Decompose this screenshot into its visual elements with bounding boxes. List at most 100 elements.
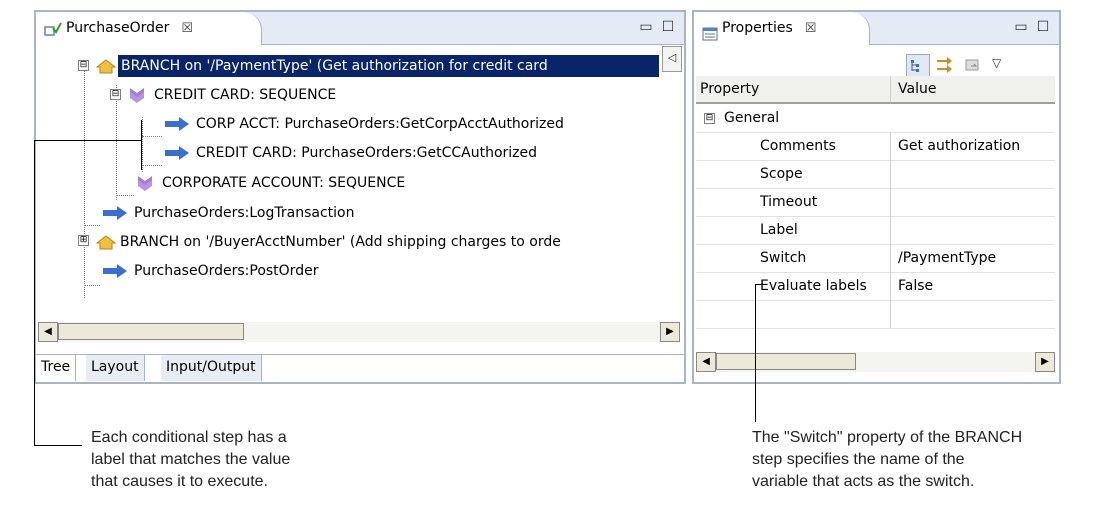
tab-label: Properties bbox=[722, 20, 793, 36]
caption-line: variable that acts as the switch. bbox=[752, 473, 975, 490]
tab-layout[interactable]: Layout bbox=[86, 355, 145, 381]
collapse-toggle[interactable]: ⊟ bbox=[78, 60, 89, 71]
view-menu-icon[interactable]: ▽ bbox=[992, 56, 1001, 70]
scroll-right-button[interactable]: ▶ bbox=[660, 322, 680, 342]
close-icon[interactable]: ☒ bbox=[805, 21, 817, 36]
properties-toolbar: ▽ bbox=[906, 54, 1056, 78]
value-cell[interactable] bbox=[892, 188, 1055, 216]
group-row-general[interactable]: ⊟ General bbox=[696, 104, 1055, 133]
table-row[interactable]: Scope bbox=[696, 160, 1055, 189]
caption-line: Each conditional step has a bbox=[91, 429, 287, 446]
property-name: Comments bbox=[760, 138, 836, 154]
table-row[interactable]: Comments Get authorization bbox=[696, 132, 1055, 161]
branch-icon bbox=[95, 235, 117, 250]
caption-line: that causes it to execute. bbox=[91, 473, 268, 490]
value-cell[interactable] bbox=[892, 216, 1055, 244]
tree-row-call[interactable]: PurchaseOrders:PostOrder bbox=[102, 260, 318, 282]
sequence-icon bbox=[130, 88, 144, 103]
value-cell bbox=[892, 300, 1055, 328]
property-cell: Label bbox=[696, 216, 891, 244]
caption-line: The "Switch" property of the BRANCH bbox=[752, 429, 1023, 446]
tree-row-branch[interactable]: BRANCH on '/BuyerAcctNumber' (Add shippi… bbox=[95, 231, 561, 253]
collapse-toggle[interactable]: ⊟ bbox=[704, 113, 715, 124]
scrollbar-thumb[interactable] bbox=[716, 353, 856, 370]
table-row[interactable]: Timeout bbox=[696, 188, 1055, 217]
tree-row-branch[interactable] bbox=[95, 55, 117, 77]
tree-row-label: CORPORATE ACCOUNT: SEQUENCE bbox=[162, 175, 406, 191]
property-name: Switch bbox=[760, 250, 807, 266]
tree-row-label: CREDIT CARD: PurchaseOrders:GetCCAuthori… bbox=[196, 145, 538, 161]
call-arrow-icon bbox=[165, 146, 189, 160]
tree-row-call[interactable]: PurchaseOrders:LogTransaction bbox=[102, 202, 354, 224]
tree-row-label: PurchaseOrders:LogTransaction bbox=[134, 205, 355, 221]
caption-line: step specifies the name of the bbox=[752, 451, 965, 468]
scrollbar-thumb[interactable] bbox=[58, 323, 244, 340]
tree-row-label[interactable]: BRANCH on '/PaymentType' (Get authorizat… bbox=[118, 55, 659, 77]
callout-line bbox=[141, 120, 142, 170]
column-header-value[interactable]: Value bbox=[892, 76, 1055, 102]
scroll-right-button[interactable]: ▶ bbox=[1035, 352, 1055, 372]
minimize-icon[interactable]: ▭ bbox=[638, 20, 654, 36]
minimize-icon[interactable]: ▭ bbox=[1013, 20, 1029, 36]
tree-row-call[interactable]: CREDIT CARD: PurchaseOrders:GetCCAuthori… bbox=[164, 142, 537, 164]
tab-properties[interactable]: Properties ☒ bbox=[694, 12, 870, 45]
tree-line bbox=[84, 65, 85, 298]
horizontal-scrollbar[interactable]: ◀ ▶ bbox=[38, 322, 680, 342]
property-name: Evaluate labels bbox=[760, 278, 867, 294]
callout-line bbox=[34, 445, 82, 446]
table-row-empty bbox=[696, 300, 1055, 329]
expand-toggle[interactable]: ⊞ bbox=[78, 235, 89, 246]
maximize-icon[interactable]: ☐ bbox=[1035, 20, 1051, 36]
tree-line bbox=[142, 165, 162, 166]
scroll-left-button[interactable]: ◀ bbox=[38, 322, 58, 342]
step-tree: ⊟ BRANCH on '/PaymentType' (Get authoriz… bbox=[36, 45, 662, 331]
column-header-property[interactable]: Property bbox=[696, 76, 891, 102]
close-icon[interactable]: ☒ bbox=[181, 21, 193, 36]
caption-left: Each conditional step has a label that m… bbox=[91, 427, 290, 493]
property-cell: Scope bbox=[696, 160, 891, 188]
table-row[interactable]: Label bbox=[696, 216, 1055, 245]
value-cell[interactable]: False bbox=[892, 272, 1055, 300]
call-arrow-icon bbox=[103, 264, 127, 278]
caption-right: The "Switch" property of the BRANCH step… bbox=[752, 427, 1022, 493]
table-row[interactable]: Switch/PaymentType bbox=[696, 244, 1055, 273]
tree-line bbox=[84, 225, 100, 226]
table-header: Property Value bbox=[696, 76, 1055, 104]
categories-icon[interactable] bbox=[906, 54, 930, 78]
properties-icon bbox=[702, 21, 718, 41]
properties-view: Properties ☒ ▭ ☐ ▽ Property Value ⊟ Gener… bbox=[692, 10, 1061, 384]
tree-row-sequence[interactable]: CREDIT CARD: SEQUENCE bbox=[128, 84, 336, 106]
property-cell: Timeout bbox=[696, 188, 891, 216]
callout-line bbox=[34, 140, 141, 141]
property-name: Label bbox=[760, 222, 798, 238]
table-row[interactable]: Evaluate labels False bbox=[696, 272, 1055, 301]
value-cell[interactable]: /PaymentType bbox=[892, 244, 1055, 272]
restore-default-icon[interactable] bbox=[962, 54, 984, 76]
scroll-left-button[interactable]: ◀ bbox=[696, 352, 716, 372]
tab-input-output[interactable]: Input/Output bbox=[161, 355, 262, 381]
callout-line bbox=[34, 140, 35, 446]
tree-line bbox=[142, 136, 162, 137]
scroll-left-icon[interactable]: ◁ bbox=[662, 46, 682, 72]
tab-tree[interactable]: Tree bbox=[36, 355, 77, 381]
value-cell[interactable] bbox=[892, 160, 1055, 188]
collapse-toggle[interactable]: ⊟ bbox=[110, 89, 121, 100]
tree-line bbox=[116, 195, 134, 196]
call-arrow-icon bbox=[165, 117, 189, 131]
tree-row-label: CORP ACCT: PurchaseOrders:GetCorpAcctAut… bbox=[196, 116, 564, 132]
property-name: Scope bbox=[760, 166, 803, 182]
tree-row-label: CREDIT CARD: SEQUENCE bbox=[154, 87, 337, 103]
property-cell: Switch bbox=[696, 244, 891, 272]
callout-line bbox=[755, 284, 756, 422]
horizontal-scrollbar[interactable]: ◀ ▶ bbox=[696, 352, 1055, 372]
tree-line bbox=[142, 117, 143, 172]
maximize-icon[interactable]: ☐ bbox=[660, 20, 676, 36]
tab-purchase-order[interactable]: PurchaseOrder ☒ bbox=[36, 12, 262, 45]
purchase-order-editor: PurchaseOrder ☒ ▭ ☐ ⊟ BRANCH on '/Payment… bbox=[34, 10, 686, 384]
tree-row-sequence[interactable]: CORPORATE ACCOUNT: SEQUENCE bbox=[136, 172, 405, 194]
tree-row-call[interactable]: CORP ACCT: PurchaseOrders:GetCorpAcctAut… bbox=[164, 113, 564, 135]
tree-line bbox=[84, 285, 100, 286]
advanced-properties-icon[interactable] bbox=[934, 54, 956, 76]
value-cell[interactable]: Get authorization bbox=[892, 132, 1055, 160]
group-label: General bbox=[724, 110, 780, 126]
